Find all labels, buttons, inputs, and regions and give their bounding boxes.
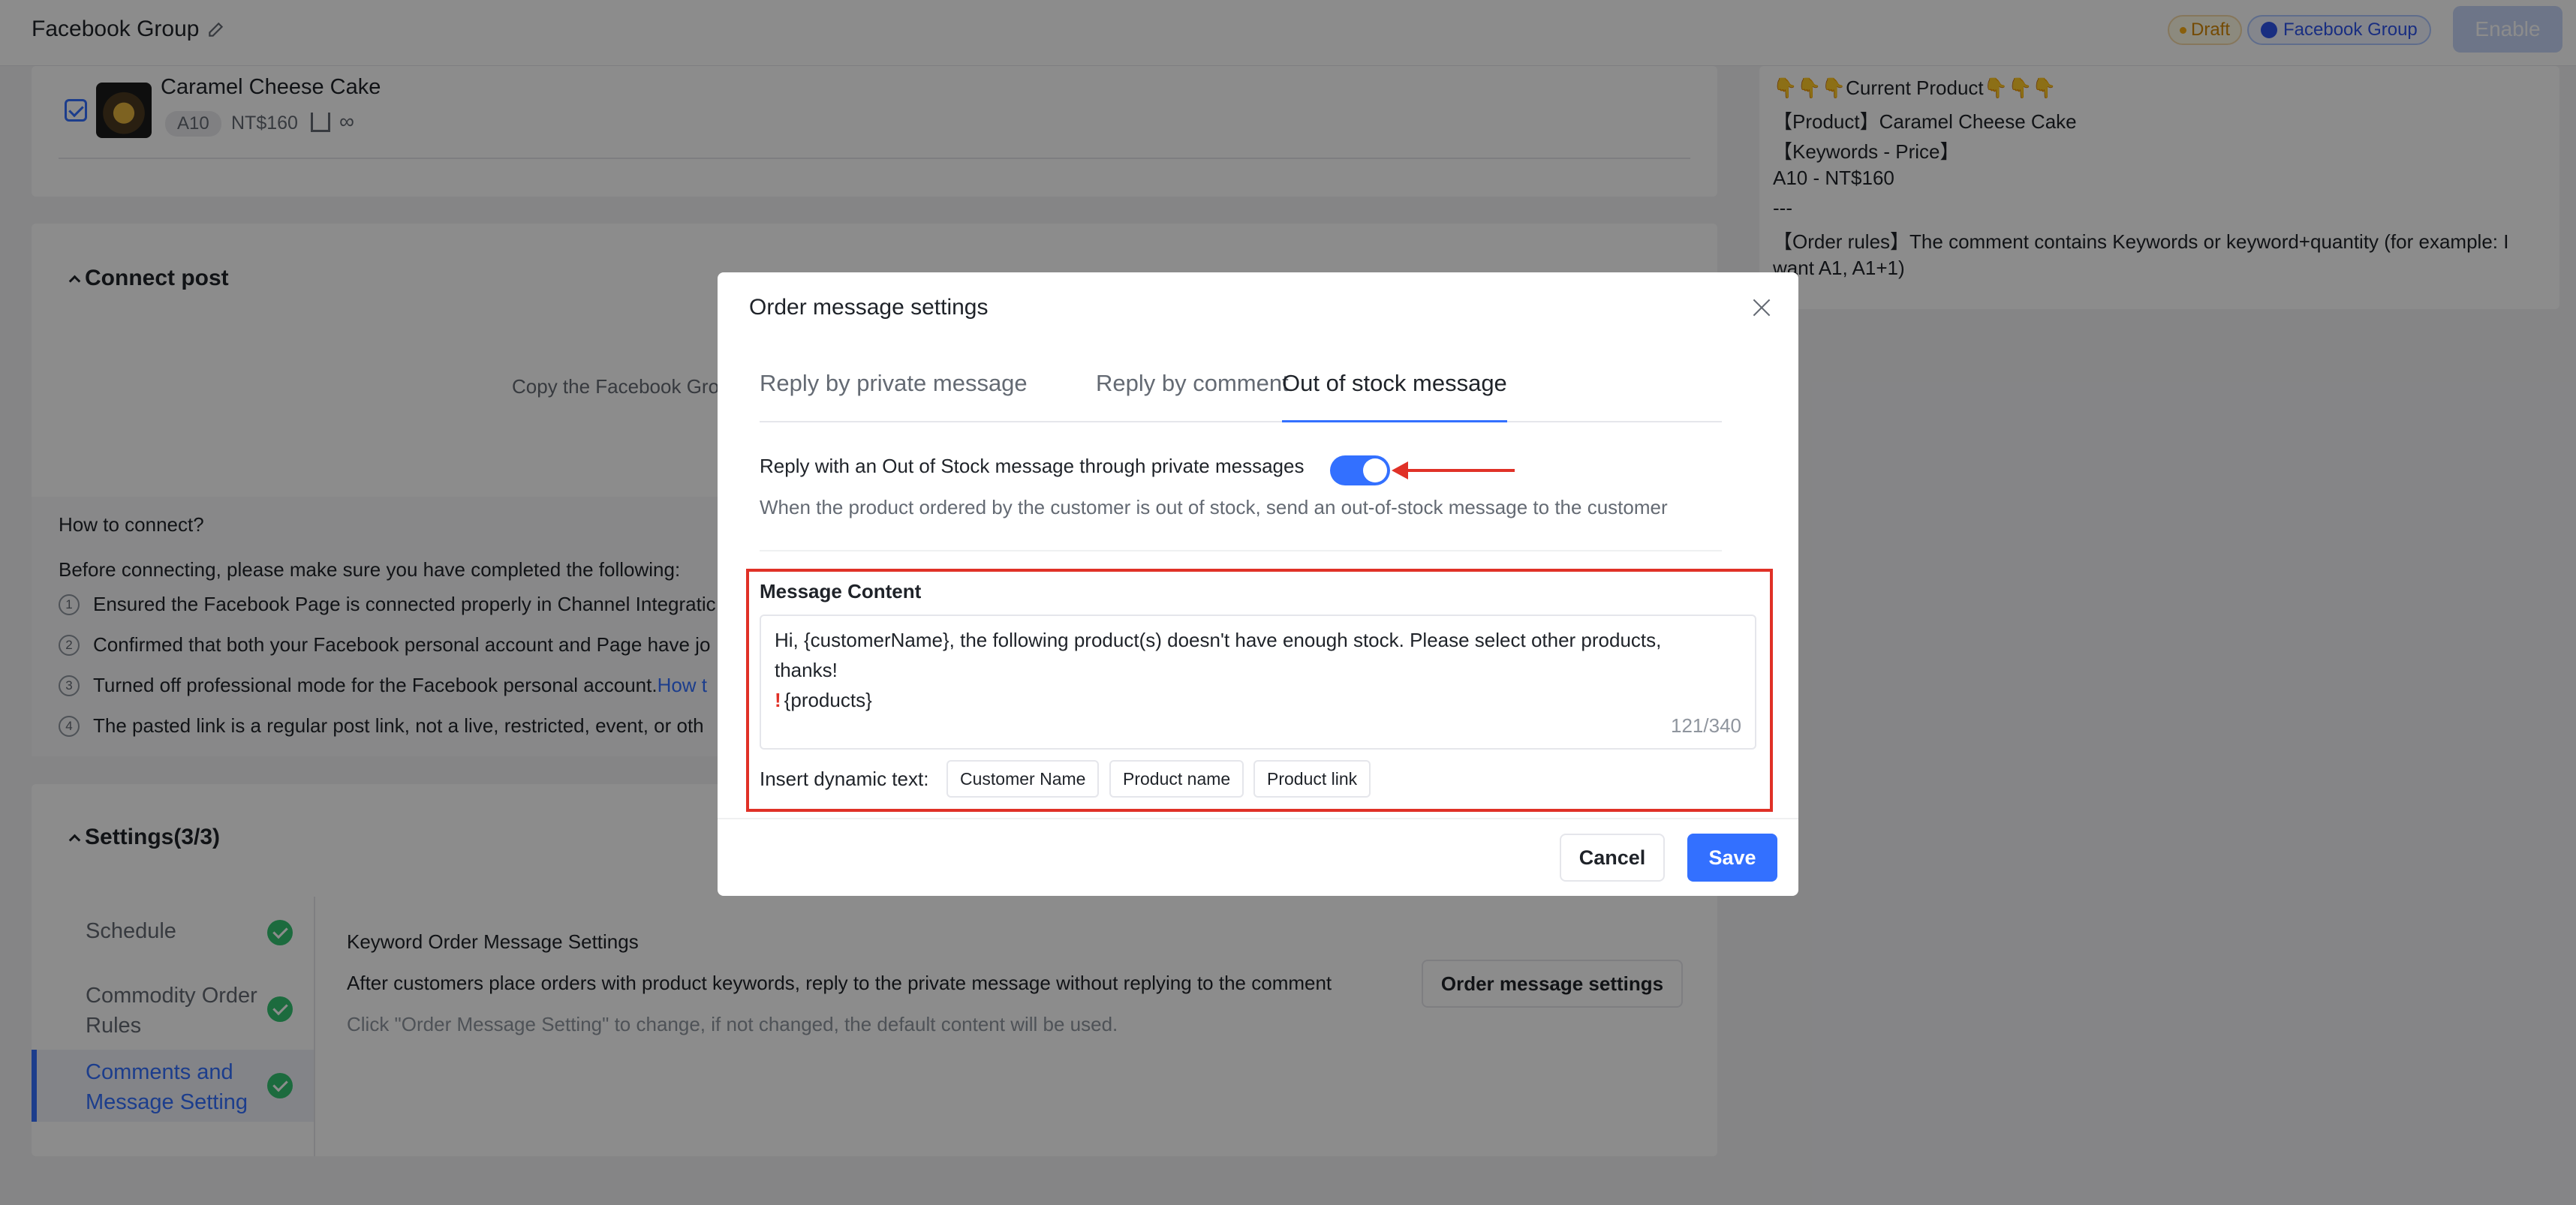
out-of-stock-toggle[interactable] — [1330, 455, 1390, 485]
dialog-tabs: Reply by private message Reply by commen… — [760, 370, 1722, 422]
out-of-stock-toggle-label: Reply with an Out of Stock message throu… — [760, 455, 1305, 477]
exclamation-icon: ! — [775, 689, 781, 711]
products-placeholder: {products} — [784, 689, 872, 711]
message-content-label: Message Content — [760, 580, 922, 602]
save-button[interactable]: Save — [1687, 834, 1777, 882]
character-counter: 121/340 — [1671, 714, 1741, 737]
cancel-button[interactable]: Cancel — [1560, 834, 1665, 882]
divider — [718, 818, 1798, 819]
message-content-textarea[interactable]: Hi, {customerName}, the following produc… — [760, 615, 1756, 750]
divider — [760, 550, 1722, 551]
message-line: ! {products} — [775, 685, 1741, 715]
message-line: thanks! — [775, 659, 838, 681]
tab-reply-by-private-message[interactable]: Reply by private message — [760, 370, 1028, 422]
annotation-arrow-icon — [1392, 461, 1515, 479]
insert-customer-name-button[interactable]: Customer Name — [946, 760, 1100, 798]
close-icon[interactable] — [1750, 296, 1773, 319]
dialog-title: Order message settings — [749, 295, 989, 320]
tab-out-of-stock-message[interactable]: Out of stock message — [1282, 370, 1507, 422]
insert-dynamic-text-label: Insert dynamic text: — [760, 768, 929, 790]
insert-product-link-button[interactable]: Product link — [1253, 760, 1371, 798]
tab-reply-by-comment[interactable]: Reply by comment — [1096, 370, 1289, 422]
insert-product-name-button[interactable]: Product name — [1109, 760, 1244, 798]
out-of-stock-toggle-description: When the product ordered by the customer… — [760, 496, 1668, 518]
message-line: Hi, {customerName}, the following produc… — [775, 629, 1662, 651]
order-message-settings-dialog: Order message settings Reply by private … — [718, 272, 1798, 896]
